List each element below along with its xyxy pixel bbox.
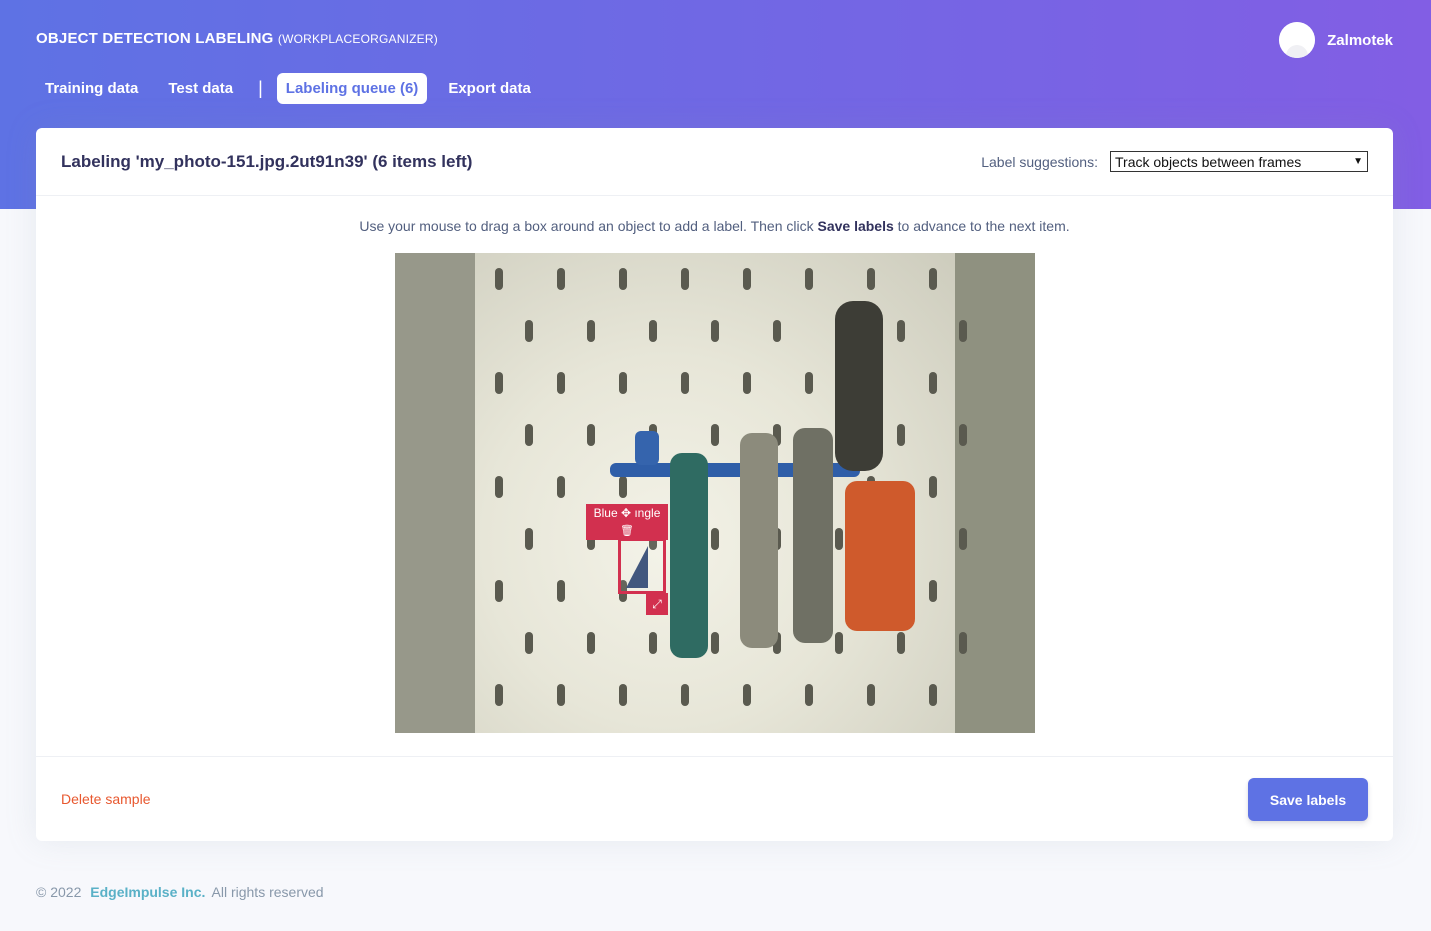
tab-training-data[interactable]: Training data: [36, 73, 147, 104]
label-suggestions-value: Track objects between frames: [1115, 153, 1302, 170]
labeling-instructions: Use your mouse to drag a box around an o…: [36, 218, 1393, 234]
bbox-label-tag[interactable]: Blue ✥ ıngle 🗑: [586, 504, 668, 540]
label-suggestions-select[interactable]: Track objects between frames ▼: [1110, 151, 1368, 172]
image-pegboard-slot: [495, 268, 503, 290]
image-pegboard-slot: [959, 424, 967, 446]
image-pegboard-slot: [557, 476, 565, 498]
image-pegboard-slot: [557, 580, 565, 602]
image-pegboard-slot: [587, 424, 595, 446]
instruction-text-bold: Save labels: [817, 218, 894, 234]
save-labels-button[interactable]: Save labels: [1248, 778, 1368, 821]
page-footer: © 2022 EdgeImpulse Inc. All rights reser…: [36, 884, 324, 900]
image-pegboard-slot: [619, 684, 627, 706]
image-pegboard-slot: [557, 684, 565, 706]
image-tool-pliers-dark: [793, 428, 833, 643]
page-title-text: OBJECT DETECTION LABELING: [36, 30, 274, 47]
image-pegboard-slot: [557, 268, 565, 290]
image-pegboard-slot: [929, 580, 937, 602]
tab-export-data[interactable]: Export data: [439, 73, 540, 104]
image-pegboard-slot: [959, 320, 967, 342]
image-tool-crimper-head: [835, 301, 883, 471]
user-name[interactable]: Zalmotek: [1327, 32, 1393, 49]
instruction-text-pre: Use your mouse to drag a box around an o…: [359, 218, 814, 234]
label-suggestions-label: Label suggestions:: [981, 153, 1098, 170]
labeling-canvas[interactable]: Blue ✥ ıngle 🗑 ⤢: [395, 253, 1035, 733]
image-pegboard-slot: [743, 372, 751, 394]
image-pegboard-slot: [525, 424, 533, 446]
image-tool-pliers-green: [670, 453, 708, 658]
image-tool-pliers-grey: [740, 433, 778, 648]
image-pegboard-slot: [525, 320, 533, 342]
card-footer: Delete sample Save labels: [36, 756, 1393, 841]
image-pegboard-slot: [495, 372, 503, 394]
image-tool-crimper-orange: [845, 481, 915, 631]
image-letterbox-left: [395, 253, 475, 733]
labeling-card: Labeling 'my_photo-151.jpg.2ut91n39' (6 …: [36, 128, 1393, 841]
image-pegboard-slot: [587, 320, 595, 342]
image-pegboard-slot: [897, 424, 905, 446]
section-tabs: Training data Test data | Labeling queue…: [36, 73, 552, 104]
user-menu[interactable]: Zalmotek: [1279, 22, 1393, 58]
tab-test-data[interactable]: Test data: [159, 73, 242, 104]
user-avatar-icon[interactable]: [1279, 22, 1316, 58]
image-pegboard-slot: [805, 684, 813, 706]
tab-separator: |: [258, 78, 263, 98]
instruction-text-post: to advance to the next item.: [897, 218, 1070, 234]
image-pegboard-slot: [681, 268, 689, 290]
image-pegboard-slot: [587, 632, 595, 654]
project-name: (WORKPLACEORGANIZER): [277, 32, 438, 46]
image-pegboard-slot: [805, 268, 813, 290]
delete-sample-link[interactable]: Delete sample: [61, 791, 151, 807]
card-header: Labeling 'my_photo-151.jpg.2ut91n39' (6 …: [36, 128, 1393, 196]
image-blue-triangle: [626, 546, 648, 588]
image-pegboard-slot: [525, 528, 533, 550]
image-pegboard-slot: [867, 268, 875, 290]
image-pegboard-slot: [619, 476, 627, 498]
image-letterbox-right: [955, 253, 1035, 733]
image-pegboard-slot: [959, 632, 967, 654]
image-pegboard-slot: [835, 528, 843, 550]
image-pegboard-slot: [711, 632, 719, 654]
bbox-label-text[interactable]: Blue ✥ ıngle: [594, 506, 661, 520]
footer-rights: All rights reserved: [211, 884, 324, 900]
image-pegboard-slot: [495, 684, 503, 706]
image-pegboard-slot: [867, 684, 875, 706]
image-pegboard-slot: [711, 424, 719, 446]
resize-icon[interactable]: ⤢: [646, 593, 668, 615]
footer-copyright: © 2022: [36, 884, 82, 900]
image-pegboard-slot: [619, 268, 627, 290]
image-pegboard-slot: [711, 320, 719, 342]
image-pegboard-slot: [711, 528, 719, 550]
image-pegboard-slot: [959, 528, 967, 550]
image-pegboard-slot: [897, 632, 905, 654]
image-pegboard-slot: [495, 476, 503, 498]
image-pegboard-slot: [929, 268, 937, 290]
image-pegboard-slot: [929, 684, 937, 706]
image-pegboard-slot: [805, 372, 813, 394]
image-pegboard-slot: [557, 372, 565, 394]
image-pegboard-slot: [681, 684, 689, 706]
image-pegboard-slot: [897, 320, 905, 342]
image-pegboard-slot: [649, 632, 657, 654]
image-pegboard-slot: [743, 268, 751, 290]
image-pegboard-slot: [619, 372, 627, 394]
label-suggestions: Label suggestions: Track objects between…: [981, 151, 1368, 172]
bounding-box[interactable]: [618, 538, 666, 594]
image-pegboard-slot: [773, 320, 781, 342]
image-pegboard-slot: [743, 684, 751, 706]
image-pegboard-slot: [681, 372, 689, 394]
image-pegboard-slot: [525, 632, 533, 654]
image-pegboard-slot: [929, 372, 937, 394]
image-rail-holder: [635, 431, 659, 465]
tab-labeling-queue[interactable]: Labeling queue (6): [276, 73, 428, 104]
labeling-title: Labeling 'my_photo-151.jpg.2ut91n39' (6 …: [61, 152, 473, 171]
chevron-down-icon: ▼: [1353, 156, 1363, 167]
page-title: OBJECT DETECTION LABELING (WORKPLACEORGA…: [36, 30, 438, 47]
image-pegboard-slot: [929, 476, 937, 498]
image-pegboard-slot: [495, 580, 503, 602]
footer-company-link[interactable]: EdgeImpulse Inc.: [90, 884, 205, 900]
image-pegboard-slot: [649, 320, 657, 342]
image-pegboard-slot: [835, 632, 843, 654]
